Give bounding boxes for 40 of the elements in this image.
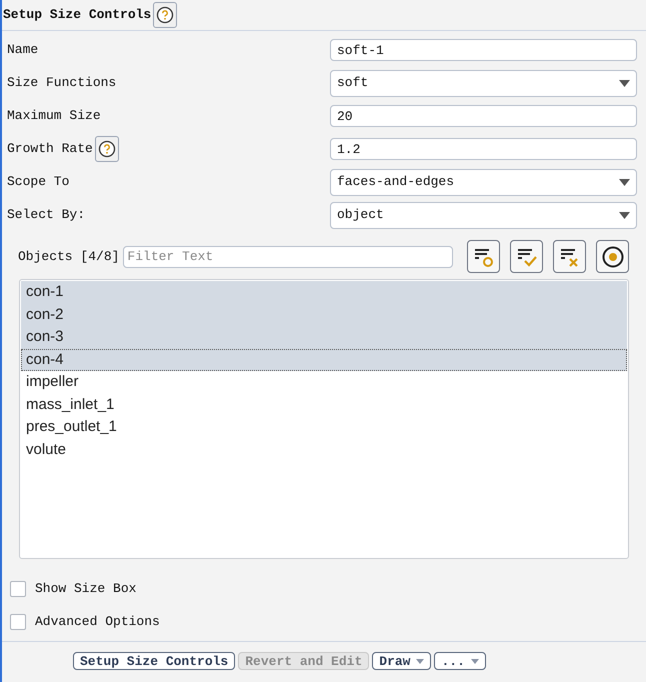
list-item[interactable]: con-3: [21, 326, 627, 348]
caret-icon: [619, 178, 630, 186]
help-button[interactable]: [153, 2, 178, 28]
objects-label: Objects [4/8]: [18, 248, 120, 266]
deselect-all-button[interactable]: [553, 240, 586, 273]
checkbox[interactable]: [10, 581, 26, 597]
dropdown[interactable]: object: [330, 202, 637, 228]
list-item[interactable]: con-2: [21, 304, 627, 326]
caret-icon: [470, 658, 479, 664]
dropdown[interactable]: soft: [330, 70, 637, 96]
filter-field[interactable]: Filter Text: [123, 246, 454, 268]
caret-icon: [416, 658, 424, 664]
field-label: Select By:: [7, 206, 86, 224]
text-field[interactable]: 20: [330, 105, 637, 127]
radio-target-icon: [600, 244, 625, 268]
checkbox-label: Advanced Options: [35, 613, 160, 632]
field-label: Scope To: [7, 173, 70, 192]
field-label: Maximum Size: [7, 107, 101, 126]
help-button[interactable]: [94, 136, 119, 162]
filter-circle-button[interactable]: [467, 240, 500, 273]
action-button[interactable]: Setup Size Controls: [73, 652, 236, 670]
checkbox-label: Show Size Box: [35, 580, 136, 598]
field-label: Growth Rate: [7, 140, 93, 158]
field-label: Name: [7, 41, 38, 60]
list-item[interactable]: con-4: [21, 348, 627, 371]
field-label: Size Functions: [7, 74, 116, 92]
dropdown-button[interactable]: ...: [434, 652, 486, 670]
checkbox[interactable]: [10, 614, 26, 630]
help-icon: [98, 140, 116, 158]
caret-icon: [619, 212, 630, 218]
dropdown-button[interactable]: Draw: [372, 652, 432, 670]
radio-target-button[interactable]: [596, 240, 630, 273]
panel-title: Setup Size Controls: [3, 6, 152, 24]
dropdown[interactable]: faces-and-edges: [330, 168, 637, 196]
help-icon: [156, 6, 174, 24]
caret-icon: [619, 80, 630, 86]
list-item[interactable]: con-1: [21, 281, 627, 304]
text-field[interactable]: 1.2: [330, 138, 637, 160]
text-field[interactable]: soft-1: [330, 39, 637, 61]
select-all-button[interactable]: [510, 240, 544, 273]
